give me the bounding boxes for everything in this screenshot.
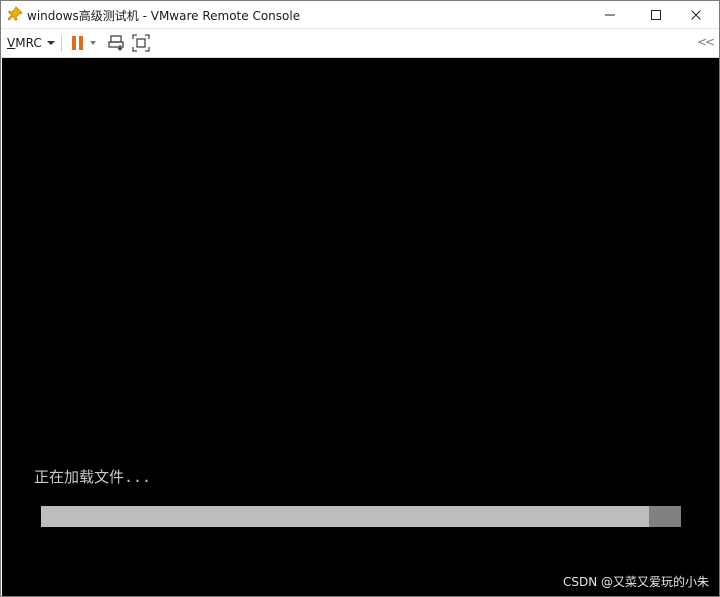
power-dropdown-icon[interactable] bbox=[90, 41, 96, 45]
close-icon bbox=[691, 9, 701, 20]
window-title: windows高级测试机 - VMware Remote Console bbox=[27, 9, 301, 23]
fullscreen-icon[interactable] bbox=[132, 34, 150, 52]
pin-icon bbox=[7, 6, 23, 21]
pause-button[interactable] bbox=[71, 34, 85, 52]
chevron-down-icon bbox=[46, 41, 55, 45]
title-bar[interactable]: windows高级测试机 - VMware Remote Console bbox=[1, 1, 719, 29]
vmrc-window: windows高级测试机 - VMware Remote Console VMR… bbox=[0, 0, 720, 597]
close-button[interactable] bbox=[673, 1, 719, 28]
send-ctrl-alt-del-icon[interactable] bbox=[108, 34, 126, 52]
vm-console-screen[interactable]: 正在加载文件... CSDN @又菜又爱玩的小朱 bbox=[2, 58, 719, 596]
vmrc-menu-label: VMRC bbox=[7, 36, 42, 50]
loading-progress-fill bbox=[41, 506, 649, 527]
watermark-text: CSDN @又菜又爱玩的小朱 bbox=[562, 575, 709, 589]
collapse-toolbar-button[interactable]: << bbox=[697, 35, 715, 49]
pause-icon bbox=[72, 36, 76, 50]
loading-progress-bar bbox=[41, 506, 681, 527]
pause-icon-bar bbox=[79, 36, 83, 50]
minimize-button[interactable] bbox=[587, 1, 633, 28]
toolbar: VMRC << bbox=[1, 29, 719, 58]
loading-status-text: 正在加载文件... bbox=[34, 468, 152, 486]
vmrc-menu-button[interactable]: VMRC bbox=[7, 34, 55, 52]
toolbar-divider bbox=[61, 35, 62, 52]
maximize-icon bbox=[651, 9, 661, 20]
minimize-icon bbox=[605, 14, 615, 15]
